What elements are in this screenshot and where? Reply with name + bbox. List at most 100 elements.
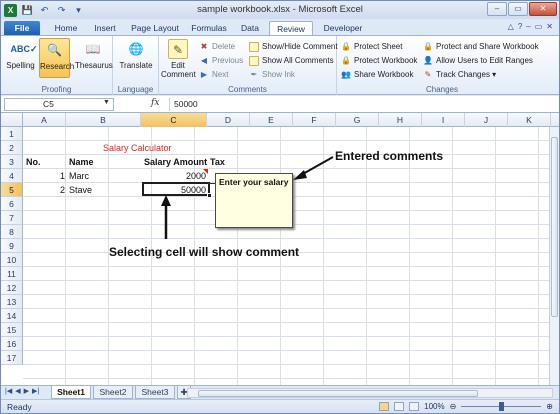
page-layout-view-icon[interactable] (394, 402, 405, 411)
allow-users-edit-ranges-button[interactable]: 👤 Allow Users to Edit Ranges (423, 54, 533, 67)
minimize-button[interactable]: – (487, 2, 507, 16)
minimize-ribbon-icon[interactable]: △ (508, 22, 514, 31)
excel-window: X 💾 ↶ ↷ ▾ sample workbook.xlsx - Microso… (0, 0, 560, 414)
worksheet-grid[interactable]: ABCDEFGHIJK Salary Calculator No. Name S… (1, 113, 559, 385)
changes-group-label: Changes (425, 85, 459, 94)
workbook-close-icon[interactable]: ✕ (546, 22, 553, 31)
thesaurus-button[interactable]: 📖 Thesaurus (75, 38, 113, 78)
row-header-2[interactable]: 2 (1, 141, 23, 155)
share-workbook-icon: 👥 (341, 69, 351, 79)
tab-data[interactable]: Data (235, 21, 265, 36)
tab-review[interactable]: Review (269, 21, 313, 36)
horizontal-scrollbar[interactable] (187, 388, 553, 398)
normal-view-icon[interactable] (379, 402, 390, 411)
protect-sheet-button[interactable]: 🔒 Protect Sheet (341, 40, 402, 53)
annotation-arrows (161, 156, 334, 239)
previous-comment-icon: ◀ (200, 55, 208, 65)
sheet-tab-sheet2[interactable]: Sheet2 (93, 386, 133, 399)
tab-file[interactable]: File (4, 21, 40, 36)
share-workbook-label: Share Workbook (354, 70, 414, 79)
page-break-view-icon[interactable] (409, 402, 420, 411)
tab-formulas[interactable]: Formulas (187, 21, 231, 36)
row-header-8[interactable]: 8 (1, 225, 23, 239)
tab-insert[interactable]: Insert (87, 21, 123, 36)
formula-input[interactable]: 50000 (169, 98, 555, 111)
status-right: 100% ⊖ ⊕ (379, 402, 553, 411)
row-header-11[interactable]: 11 (1, 267, 23, 281)
show-all-comments-label: Show All Comments (262, 56, 334, 65)
row-header-5[interactable]: 5 (1, 183, 23, 197)
changes-group: 🔒 Protect Sheet 🔒 Protect Workbook 👥 Sha… (337, 36, 547, 95)
edit-comment-button[interactable]: ✎ Edit Comment (161, 38, 196, 79)
tab-developer[interactable]: Developer (317, 21, 369, 36)
window-title: sample workbook.xlsx - Microsoft Excel (197, 4, 363, 15)
last-sheet-icon[interactable]: ▶| (32, 387, 39, 395)
row-header-14[interactable]: 14 (1, 309, 23, 323)
insert-function-icon[interactable]: fx (151, 98, 159, 108)
ribbon-review: ABC✓ Spelling 🔍 Research 📖 Thesaurus Pro… (1, 35, 559, 95)
translate-button[interactable]: 🌐 Translate (119, 38, 153, 78)
thesaurus-label: Thesaurus (75, 61, 113, 70)
status-mode: Ready (7, 402, 32, 412)
horizontal-scroll-thumb[interactable] (198, 390, 478, 397)
thesaurus-icon: 📖 (85, 42, 101, 56)
show-ink-icon: ✒ (250, 69, 258, 79)
help-icon[interactable]: ? (518, 22, 522, 31)
row-header-13[interactable]: 13 (1, 295, 23, 309)
vertical-scroll-thumb[interactable] (551, 137, 558, 317)
show-hide-comment-label: Show/Hide Comment (262, 42, 338, 51)
row-header-7[interactable]: 7 (1, 211, 23, 225)
delete-comment-icon: ✖ (200, 41, 208, 51)
row-header-9[interactable]: 9 (1, 239, 23, 253)
row-header-17[interactable]: 17 (1, 351, 23, 365)
workbook-restore-icon[interactable]: ▭ (535, 22, 543, 31)
row-header-12[interactable]: 12 (1, 281, 23, 295)
row-header-16[interactable]: 16 (1, 337, 23, 351)
show-all-comments-button[interactable]: Show All Comments (249, 54, 334, 67)
show-ink-label: Show Ink (262, 70, 295, 79)
zoom-slider[interactable] (461, 402, 542, 411)
tab-page-layout[interactable]: Page Layout (127, 21, 183, 36)
row-header-10[interactable]: 10 (1, 253, 23, 267)
next-comment-label: Next (212, 70, 229, 79)
track-changes-button[interactable]: ✎ Track Changes ▾ (423, 68, 497, 81)
share-workbook-button[interactable]: 👥 Share Workbook (341, 68, 413, 81)
row-header-6[interactable]: 6 (1, 197, 23, 211)
maximize-button[interactable]: ▭ (508, 2, 528, 16)
spelling-icon: ABC✓ (10, 44, 38, 54)
show-hide-comment-button[interactable]: Show/Hide Comment (249, 40, 338, 53)
name-box-dropdown-icon[interactable]: ▼ (103, 99, 110, 106)
row-header-4[interactable]: 4 (1, 169, 23, 183)
first-sheet-icon[interactable]: |◀ (5, 387, 12, 395)
name-box[interactable]: C5 (4, 98, 114, 111)
next-comment-icon: ▶ (200, 69, 208, 79)
next-sheet-icon[interactable]: ▶ (24, 387, 29, 395)
next-comment-button[interactable]: ▶ Next (199, 68, 229, 81)
delete-comment-button[interactable]: ✖ Delete (199, 40, 235, 53)
zoom-thumb[interactable] (498, 402, 504, 411)
zoom-out-icon[interactable]: ⊖ (450, 402, 457, 411)
spelling-button[interactable]: ABC✓ Spelling (5, 38, 38, 78)
comments-group-label: Comments (228, 85, 267, 94)
zoom-level[interactable]: 100% (424, 402, 444, 411)
protect-sheet-label: Protect Sheet (354, 42, 403, 51)
row-header-3[interactable]: 3 (1, 155, 23, 169)
show-ink-button[interactable]: ✒ Show Ink (249, 68, 295, 81)
row-header-15[interactable]: 15 (1, 323, 23, 337)
formula-bar: C5 ▼ fx 50000 (1, 96, 559, 113)
prev-sheet-icon[interactable]: ◀ (15, 387, 20, 395)
sheet-tab-bar: |◀ ◀ ▶ ▶| Sheet1 Sheet2 Sheet3 ✚ (1, 385, 559, 399)
tab-home[interactable]: Home (49, 21, 83, 36)
previous-comment-button[interactable]: ◀ Previous (199, 54, 243, 67)
zoom-in-icon[interactable]: ⊕ (546, 402, 553, 411)
vertical-scrollbar[interactable] (549, 127, 559, 385)
row-header-1[interactable]: 1 (1, 127, 23, 141)
protect-and-share-button[interactable]: 🔒 Protect and Share Workbook (423, 40, 539, 53)
sheet-tab-sheet1[interactable]: Sheet1 (51, 386, 91, 399)
close-button[interactable]: ✕ (529, 2, 557, 16)
workbook-minimize-icon[interactable]: – (526, 22, 530, 31)
research-button[interactable]: 🔍 Research (39, 38, 74, 78)
title-bar: X 💾 ↶ ↷ ▾ sample workbook.xlsx - Microso… (1, 1, 559, 19)
sheet-tab-sheet3[interactable]: Sheet3 (135, 386, 175, 399)
protect-workbook-button[interactable]: 🔒 Protect Workbook (341, 54, 417, 67)
